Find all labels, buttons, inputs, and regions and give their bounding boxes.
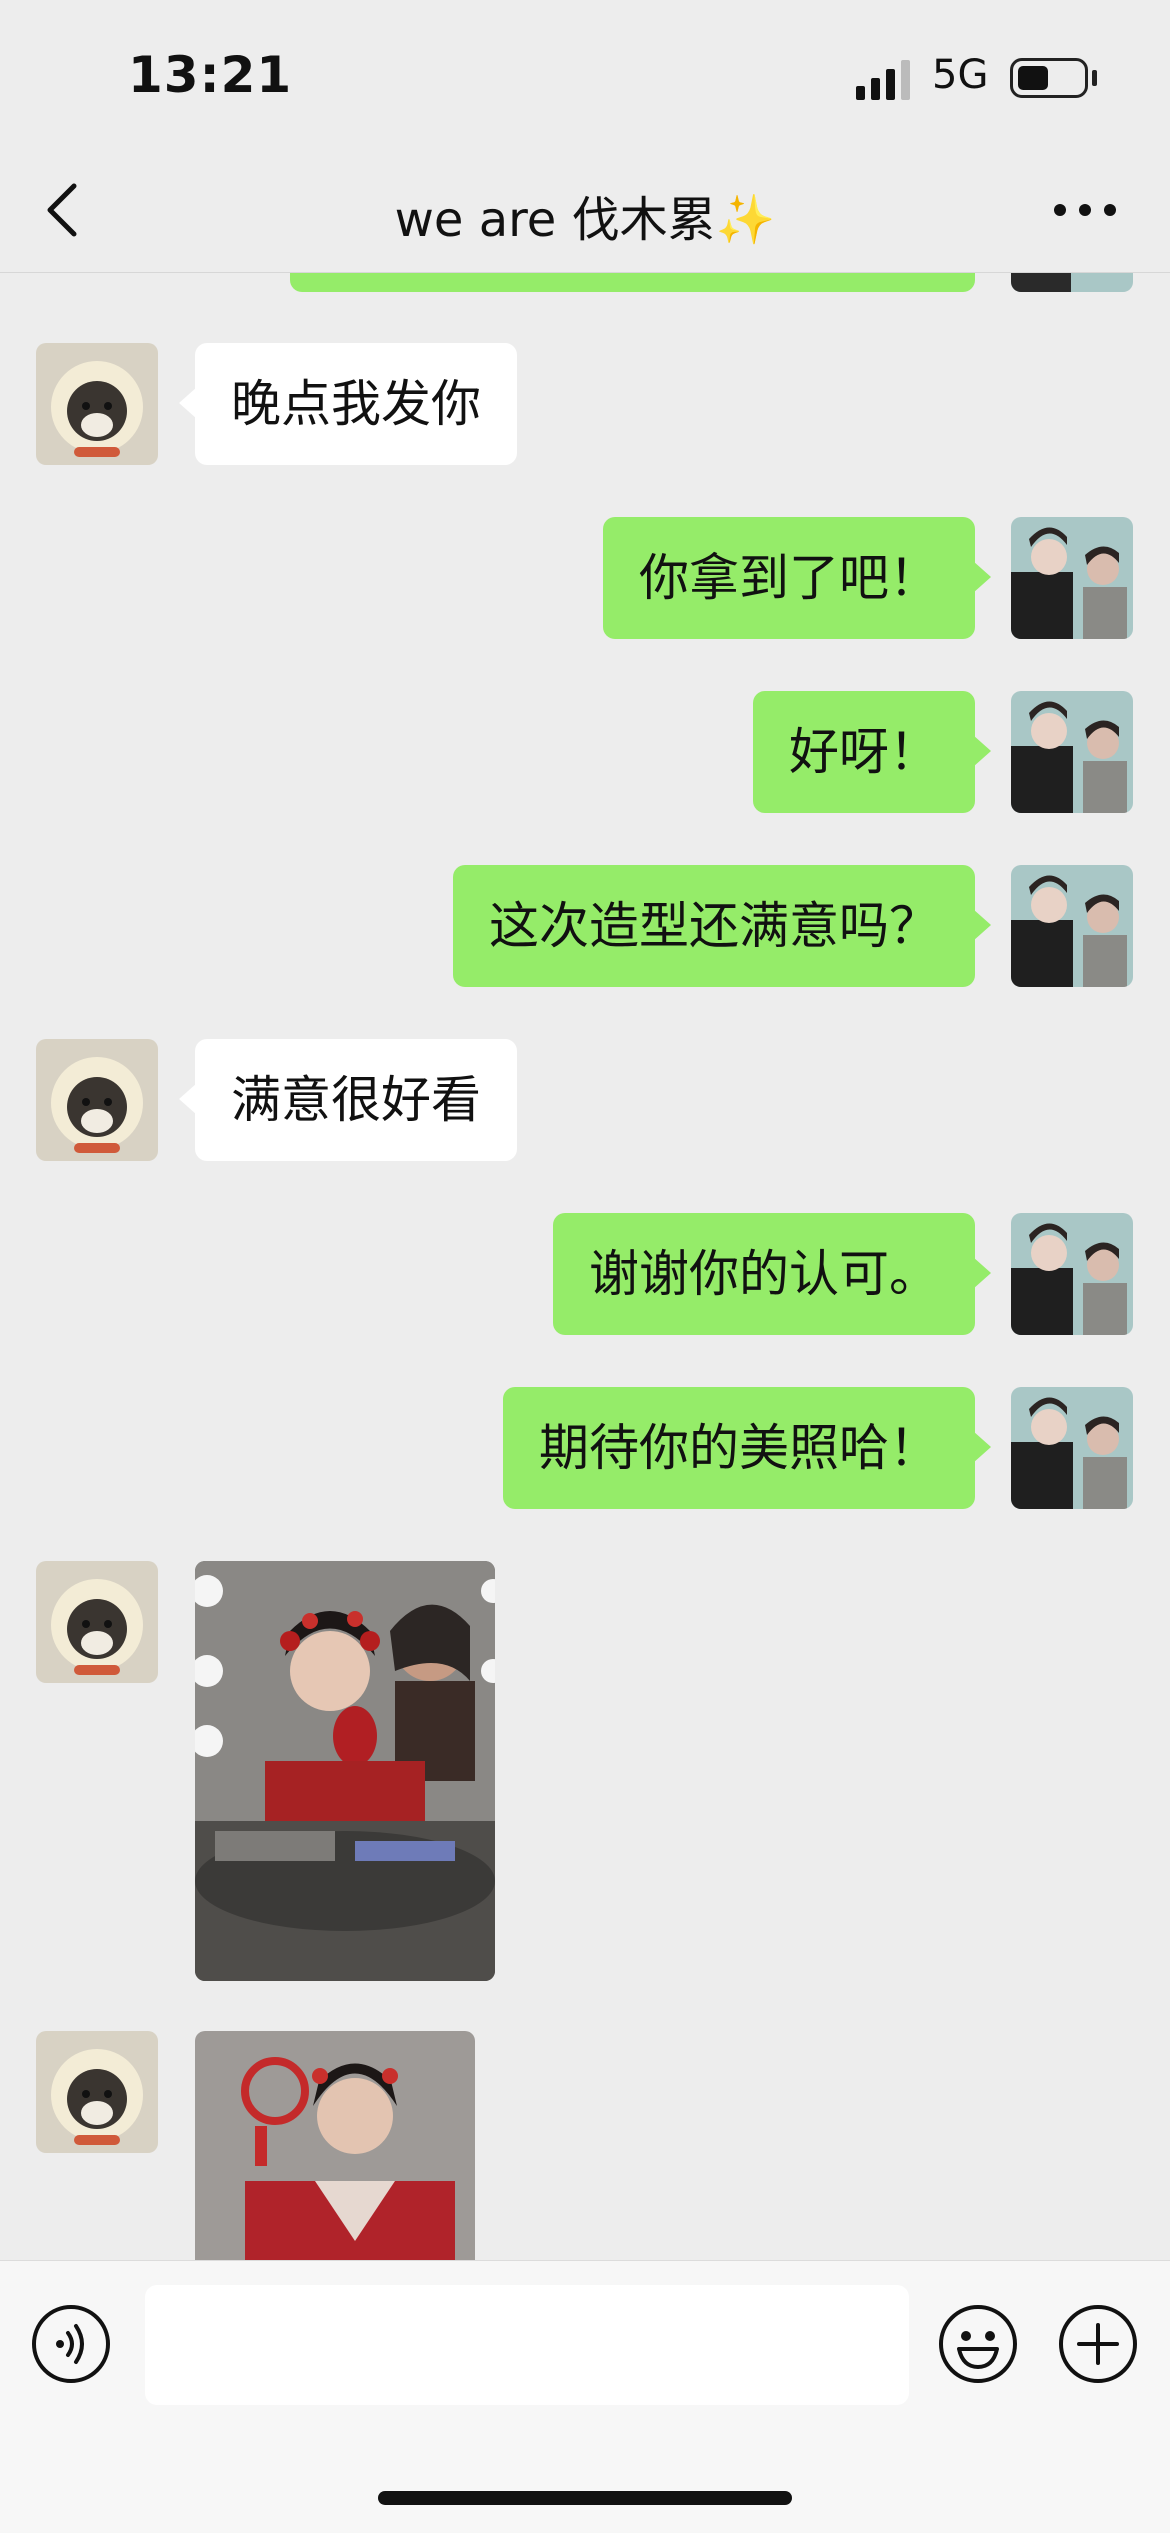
nav-bar: we are 伐木累✨ [0,150,1170,273]
network-type: 5G [932,52,989,98]
contact-avatar[interactable] [36,1561,158,1683]
chevron-left-icon[interactable] [30,174,100,244]
signal-strength-icon [856,60,910,100]
message-bubble-partial[interactable] [290,272,975,292]
battery-icon [1010,58,1088,98]
ellipsis-icon[interactable] [1040,180,1130,240]
message-bubble[interactable]: 期待你的美照哈！ [503,1387,991,1509]
message-text: 期待你的美照哈！ [539,1419,939,1477]
contact-avatar[interactable] [36,343,158,465]
message-text: 谢谢你的认可。 [589,1245,939,1303]
chat-title: we are 伐木累✨ [394,192,776,248]
message-bubble[interactable]: 好呀！ [753,691,991,813]
contact-avatar[interactable] [36,1039,158,1161]
message-bubble[interactable]: 你拿到了吧！ [603,517,991,639]
message-bubble[interactable]: 这次造型还满意吗？ [453,865,991,987]
message-text: 晚点我发你 [231,375,481,433]
message-text: 你拿到了吧！ [639,549,939,607]
self-avatar[interactable] [1011,865,1133,987]
message-bubble[interactable]: 谢谢你的认可。 [553,1213,991,1335]
message-text: 满意很好看 [231,1071,481,1129]
message-bubble[interactable]: 满意很好看 [179,1039,517,1161]
home-indicator [378,2491,792,2505]
input-bar [0,2260,1170,2533]
voice-icon[interactable] [30,2303,112,2385]
self-avatar[interactable] [1011,691,1133,813]
self-avatar[interactable] [1011,1213,1133,1335]
battery-tip [1092,70,1097,86]
status-bar: 13:21 5G [0,0,1170,150]
self-avatar[interactable] [1011,272,1133,292]
message-text: 好呀！ [789,723,939,781]
message-text: 这次造型还满意吗？ [489,897,939,955]
self-avatar[interactable] [1011,1387,1133,1509]
contact-avatar[interactable] [36,2031,158,2153]
status-time: 13:21 [128,46,293,104]
plus-circle-icon[interactable] [1057,2303,1139,2385]
chat-area[interactable]: 晚点我发你 你拿到了吧！ 好呀！ 这次造型还满意吗？ 满意很好看 谢谢你的认可。… [0,272,1170,2260]
image-message[interactable] [195,1561,495,1981]
image-message[interactable] [195,2031,475,2260]
emoji-icon[interactable] [937,2303,1019,2385]
message-bubble[interactable]: 晚点我发你 [179,343,517,465]
message-input[interactable] [145,2285,909,2405]
self-avatar[interactable] [1011,517,1133,639]
